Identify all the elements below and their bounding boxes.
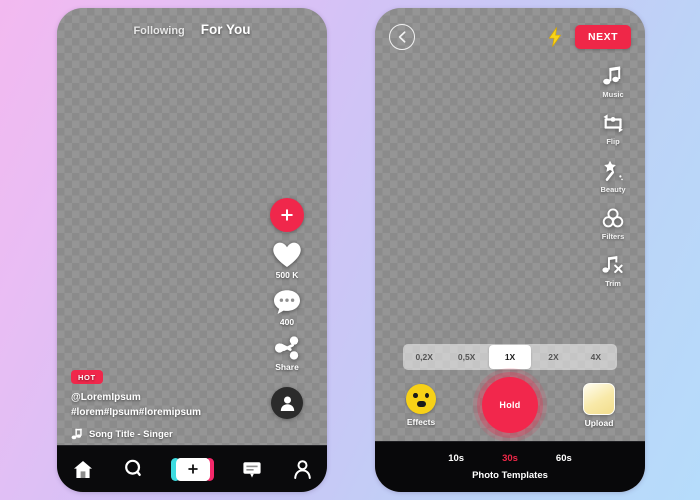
phone-camera-screen: NEXT Music Flip Beauty Filters Trim 0,2X… (375, 8, 645, 492)
bottom-navigation-bar (57, 445, 327, 492)
record-circle[interactable]: Hold (482, 377, 538, 433)
tool-beauty[interactable]: Beauty (600, 160, 626, 194)
feed-action-rail: 500 K 400 Share (261, 198, 313, 419)
camera-top-actions: NEXT (547, 25, 631, 49)
speed-option-2[interactable]: 1X (488, 345, 532, 369)
tool-music[interactable]: Music (602, 66, 624, 99)
record-label: Hold (499, 400, 521, 410)
tool-label: Flip (606, 137, 620, 146)
share-icon (274, 336, 299, 360)
inbox-icon (242, 461, 261, 478)
person-icon (280, 396, 294, 411)
music-note-icon (71, 428, 82, 440)
search-icon (124, 459, 141, 477)
feed-tab-bar: Following For You (57, 22, 327, 37)
music-note-x-icon (602, 256, 623, 273)
tool-label: Filters (601, 232, 625, 241)
share-label: Share (275, 362, 299, 372)
camera-bottom-bar: 10s 30s 60s Photo Templates (375, 441, 645, 492)
record-button[interactable]: Hold (480, 377, 540, 433)
avatar[interactable] (271, 387, 303, 419)
create-button[interactable] (171, 457, 214, 481)
feed-overlay: Following For You 500 K 400 Share HOT @L… (57, 8, 327, 492)
like-count: 500 K (275, 270, 299, 280)
author-handle[interactable]: @LoremIpsum (71, 391, 256, 406)
speed-option-4[interactable]: 4X (575, 346, 617, 368)
tool-trim[interactable]: Trim (602, 255, 624, 288)
capture-controls: Effects Hold Upload (391, 374, 629, 436)
nav-item-create[interactable] (171, 457, 214, 481)
share-button[interactable]: Share (274, 336, 300, 372)
comment-icon (274, 290, 300, 314)
duration-option-30s[interactable]: 30s (502, 453, 518, 464)
nav-item-profile[interactable] (293, 459, 312, 479)
tool-label: Beauty (600, 185, 626, 194)
camera-top-bar: NEXT (389, 24, 631, 50)
chevron-left-icon (398, 31, 405, 43)
plus-icon[interactable] (270, 198, 304, 232)
speed-option-3[interactable]: 2X (532, 346, 574, 368)
follow-button[interactable] (270, 198, 304, 232)
photo-thumbnail-icon (583, 382, 615, 415)
song-title: Song Title - Singer (89, 428, 173, 440)
plus-icon (175, 457, 210, 481)
next-button[interactable]: NEXT (574, 25, 631, 49)
duration-option-10s[interactable]: 10s (448, 453, 464, 464)
back-button[interactable] (389, 24, 415, 50)
smiley-face-icon (406, 383, 436, 414)
filters-circles-icon (602, 208, 624, 228)
feed-caption: HOT @LoremIpsum #lorem#Ipsum#loremipsum … (71, 367, 256, 441)
tab-for-you[interactable]: For You (201, 22, 251, 37)
tool-flip[interactable]: Flip (602, 113, 625, 146)
caption-hashtags[interactable]: #lorem#Ipsum#loremipsum (71, 406, 256, 421)
magic-wand-icon (604, 160, 623, 181)
effects-button[interactable]: Effects (391, 383, 451, 427)
lightning-bolt-icon[interactable] (547, 27, 563, 47)
nav-item-inbox[interactable] (242, 460, 262, 479)
speed-option-1[interactable]: 0,5X (445, 346, 487, 368)
music-note-icon (603, 66, 621, 85)
duration-selector: 10s 30s 60s (448, 453, 572, 464)
camera-tool-rail: Music Flip Beauty Filters Trim (589, 66, 637, 302)
song-row[interactable]: Song Title - Singer (71, 428, 256, 440)
photo-templates-link[interactable]: Photo Templates (472, 470, 548, 481)
nav-item-discover[interactable] (124, 459, 144, 479)
speed-option-0[interactable]: 0,2X (403, 346, 445, 368)
heart-icon (273, 242, 301, 267)
duration-option-60s[interactable]: 60s (556, 453, 572, 464)
tool-label: Trim (605, 279, 621, 288)
upload-button[interactable]: Upload (569, 382, 629, 428)
camera-flip-icon (602, 114, 623, 133)
comment-button[interactable]: 400 (273, 289, 301, 327)
tool-filters[interactable]: Filters (601, 208, 625, 241)
upload-label: Upload (584, 417, 614, 428)
effects-label: Effects (406, 416, 436, 427)
tab-following[interactable]: Following (133, 25, 184, 37)
phone-feed-screen: Following For You 500 K 400 Share HOT @L… (57, 8, 327, 492)
home-icon (73, 460, 92, 478)
nav-item-home[interactable] (73, 460, 93, 479)
speed-selector[interactable]: 0,2X 0,5X 1X 2X 4X (403, 344, 617, 370)
person-icon (293, 459, 311, 479)
like-button[interactable]: 500 K (272, 241, 302, 280)
camera-overlay: NEXT Music Flip Beauty Filters Trim 0,2X… (375, 8, 645, 492)
screenshot-stage: Following For You 500 K 400 Share HOT @L… (0, 0, 700, 500)
tool-label: Music (602, 90, 624, 99)
status-badge: HOT (71, 370, 103, 384)
comment-count: 400 (279, 317, 295, 327)
